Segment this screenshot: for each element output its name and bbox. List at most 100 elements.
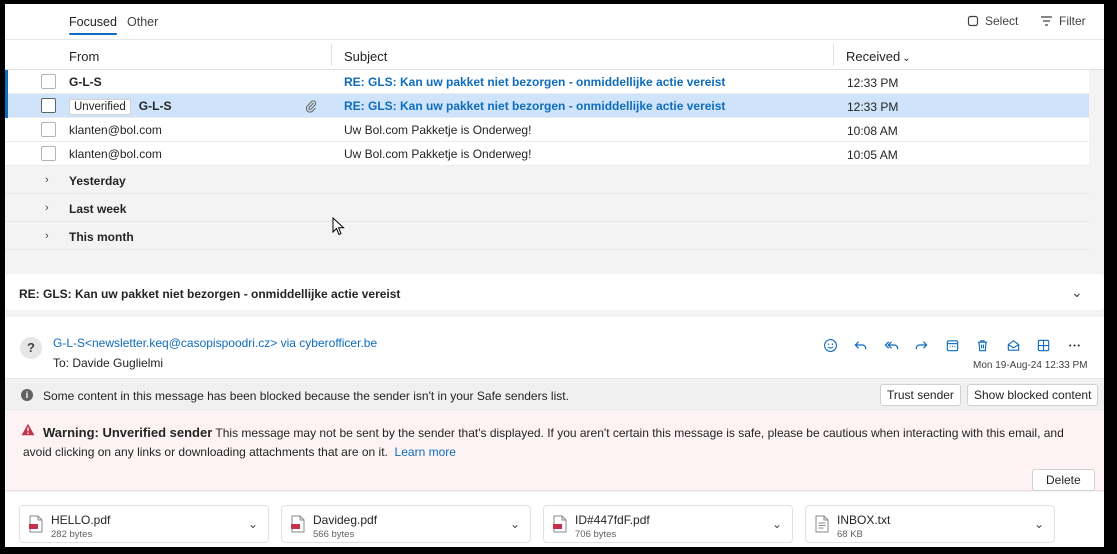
- column-header: From Subject Received ⌄: [5, 40, 1104, 70]
- attachment-size: 282 bytes: [51, 529, 93, 540]
- smiley-icon: [823, 338, 837, 352]
- message-time: 12:33 PM: [847, 76, 899, 90]
- chevron-right-icon: ›: [45, 230, 49, 242]
- text-file-icon: [815, 515, 829, 533]
- column-divider[interactable]: [833, 44, 834, 66]
- group-label: Last week: [69, 202, 127, 216]
- chevron-down-icon[interactable]: ⌄: [1071, 284, 1083, 301]
- attachment-size: 68 KB: [837, 529, 863, 540]
- trust-sender-button[interactable]: Trust sender: [880, 384, 961, 406]
- chevron-right-icon: ›: [45, 174, 49, 186]
- message-row[interactable]: klanten@bol.com Uw Bol.com Pakketje is O…: [5, 118, 1089, 142]
- apps-grid-icon: [1038, 339, 1050, 351]
- message-subject: RE: GLS: Kan uw pakket niet bezorgen - o…: [344, 99, 726, 113]
- attachment-size: 706 bytes: [575, 529, 617, 540]
- outlook-window: Focused Other Select Filter From Subject…: [5, 4, 1104, 547]
- apps-button[interactable]: [1029, 335, 1060, 355]
- warning-title: Warning: Unverified sender: [43, 425, 213, 440]
- calendar-button[interactable]: [937, 335, 968, 355]
- message-from-name: G-L-S: [138, 99, 172, 113]
- conversation-subject: RE: GLS: Kan uw pakket niet bezorgen - o…: [19, 287, 401, 301]
- message-from: klanten@bol.com: [69, 147, 162, 161]
- reply-all-button[interactable]: [876, 335, 907, 355]
- warning-text: Warning: Unverified sender This message …: [23, 423, 1093, 462]
- inbox-toolbar: Focused Other Select Filter: [5, 4, 1104, 40]
- select-button[interactable]: Select: [967, 14, 1018, 28]
- chevron-down-icon[interactable]: ⌄: [248, 517, 258, 531]
- attachment-card[interactable]: INBOX.txt 68 KB ⌄: [805, 505, 1055, 543]
- message-time: 10:05 AM: [847, 148, 898, 162]
- attachment-name: ID#447fdF.pdf: [575, 513, 650, 527]
- group-label: Yesterday: [69, 174, 126, 188]
- attachment-card[interactable]: HELLO.pdf 282 bytes ⌄: [19, 505, 269, 543]
- show-blocked-content-button[interactable]: Show blocked content: [967, 384, 1099, 406]
- row-checkbox[interactable]: [41, 98, 56, 113]
- column-received-label: Received: [846, 49, 901, 64]
- column-from[interactable]: From: [69, 49, 99, 64]
- tab-other[interactable]: Other: [127, 15, 158, 29]
- more-actions-button[interactable]: [1059, 335, 1090, 355]
- attachment-card[interactable]: ID#447fdF.pdf 706 bytes ⌄: [543, 505, 793, 543]
- attachment-name: Davideg.pdf: [313, 513, 378, 527]
- forward-icon: [915, 340, 928, 349]
- message-subject: Uw Bol.com Pakketje is Onderweg!: [344, 123, 532, 137]
- conversation-subject-bar: RE: GLS: Kan uw pakket niet bezorgen - o…: [5, 274, 1104, 310]
- recipient: To: Davide Guglielmi: [53, 356, 164, 370]
- attachments-bar: HELLO.pdf 282 bytes ⌄ Davideg.pdf 566 by…: [5, 492, 1104, 547]
- column-received[interactable]: Received ⌄: [846, 49, 911, 64]
- chevron-down-icon[interactable]: ⌄: [510, 517, 520, 531]
- message-from: G-L-S: [69, 75, 102, 89]
- tab-focused[interactable]: Focused: [69, 15, 117, 35]
- message-from: klanten@bol.com: [69, 123, 162, 137]
- learn-more-link[interactable]: Learn more: [395, 445, 456, 459]
- group-last-week[interactable]: › Last week: [5, 194, 1089, 222]
- group-yesterday[interactable]: › Yesterday: [5, 166, 1089, 194]
- row-checkbox[interactable]: [41, 146, 56, 161]
- column-subject[interactable]: Subject: [344, 49, 387, 64]
- chevron-right-icon: ›: [45, 202, 49, 214]
- row-checkbox[interactable]: [41, 74, 56, 89]
- forward-button[interactable]: [907, 335, 938, 355]
- pdf-file-icon: [29, 515, 43, 533]
- blocked-content-text: Some content in this message has been bl…: [43, 389, 569, 403]
- message-row[interactable]: klanten@bol.com Uw Bol.com Pakketje is O…: [5, 142, 1089, 166]
- delete-message-button[interactable]: [968, 335, 999, 355]
- chevron-down-icon[interactable]: ⌄: [1034, 517, 1044, 531]
- filter-label: Filter: [1059, 14, 1086, 28]
- column-divider[interactable]: [331, 44, 332, 66]
- message-row[interactable]: G-L-S RE: GLS: Kan uw pakket niet bezorg…: [5, 70, 1089, 94]
- reply-all-icon: [884, 340, 898, 349]
- attachment-card[interactable]: Davideg.pdf 566 bytes ⌄: [281, 505, 531, 543]
- blocked-content-bar: i Some content in this message has been …: [5, 380, 1104, 410]
- message-time: 12:33 PM: [847, 100, 899, 114]
- delete-button[interactable]: Delete: [1032, 469, 1095, 491]
- sort-chevron-icon: ⌄: [902, 53, 911, 64]
- avatar[interactable]: ?: [20, 337, 42, 359]
- mouse-cursor-icon: [332, 217, 345, 236]
- group-this-month[interactable]: › This month: [5, 222, 1089, 250]
- unverified-badge: Unverified: [69, 99, 131, 115]
- attachment-name: INBOX.txt: [837, 513, 891, 527]
- message-date: Mon 19-Aug-24 12:33 PM: [973, 360, 1088, 371]
- react-button[interactable]: [815, 335, 846, 355]
- more-horizontal-icon: [1069, 343, 1080, 347]
- sender-address[interactable]: G-L-S<newsletter.keq@casopispoodri.cz> v…: [53, 336, 377, 350]
- row-checkbox[interactable]: [41, 122, 56, 137]
- message-from: Unverified G-L-S: [69, 99, 171, 115]
- calendar-icon: [946, 339, 958, 351]
- mark-read-button[interactable]: [998, 335, 1029, 355]
- message-time: 10:08 AM: [847, 124, 898, 138]
- filter-icon: [1041, 16, 1052, 26]
- message-row[interactable]: Unverified G-L-S RE: GLS: Kan uw pakket n…: [5, 94, 1089, 118]
- attachment-size: 566 bytes: [313, 529, 355, 540]
- reply-icon: [854, 340, 867, 349]
- unverified-sender-warning: Warning: Unverified sender This message …: [5, 411, 1104, 491]
- pdf-file-icon: [553, 515, 567, 533]
- filter-button[interactable]: Filter: [1040, 14, 1086, 28]
- message-header: ? G-L-S<newsletter.keq@casopispoodri.cz>…: [5, 317, 1104, 379]
- select-label: Select: [985, 14, 1019, 28]
- envelope-open-icon: [1007, 339, 1019, 351]
- chevron-down-icon[interactable]: ⌄: [772, 517, 782, 531]
- reply-button[interactable]: [846, 335, 877, 355]
- group-label: This month: [69, 230, 134, 244]
